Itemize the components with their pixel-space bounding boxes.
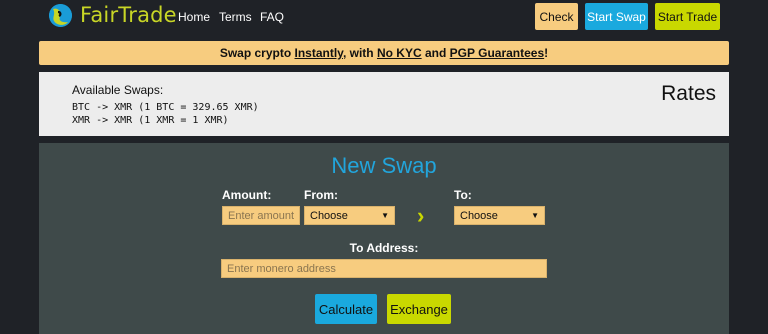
to-select-value: Choose — [460, 209, 498, 222]
rate-line-xmr-xmr: XMR -> XMR (1 XMR = 1 XMR) — [72, 115, 229, 126]
address-input[interactable]: Enter monero address — [221, 259, 547, 278]
banner-text-3: and — [421, 46, 450, 60]
chevron-down-icon: ▼ — [531, 211, 539, 220]
nav-link-terms[interactable]: Terms — [219, 10, 252, 24]
chevron-down-icon: ▼ — [381, 211, 389, 220]
banner-text-4: ! — [544, 46, 549, 60]
banner-text-2: , with — [342, 46, 377, 60]
banner-text-1: Swap crypto — [219, 46, 295, 60]
nav-link-faq[interactable]: FAQ — [260, 10, 284, 24]
rates-heading: Rates — [661, 82, 716, 105]
start-swap-button[interactable]: Start Swap — [585, 3, 648, 30]
amount-label: Amount: — [222, 188, 272, 202]
promo-banner: Swap crypto Instantly, with No KYC and P… — [39, 41, 729, 65]
start-trade-button[interactable]: Start Trade — [655, 3, 720, 30]
exchange-button[interactable]: Exchange — [387, 294, 451, 324]
chevron-right-icon: › — [417, 203, 425, 228]
banner-instantly-link[interactable]: Instantly — [295, 46, 343, 60]
navbar: FairTrade Home Terms FAQ Check Start Swa… — [0, 0, 768, 34]
fairtrade-logo-icon[interactable] — [49, 4, 72, 27]
rate-line-btc-xmr: BTC -> XMR (1 BTC = 329.65 XMR) — [72, 102, 259, 113]
from-label: From: — [304, 188, 338, 202]
check-button[interactable]: Check — [535, 3, 578, 30]
available-swaps-label: Available Swaps: — [72, 83, 164, 97]
banner-pgp-link[interactable]: PGP Guarantees — [450, 46, 545, 60]
banner-no-kyc-link[interactable]: No KYC — [377, 46, 422, 60]
to-address-label: To Address: — [349, 241, 419, 255]
brand-name[interactable]: FairTrade — [80, 3, 177, 27]
rates-panel: Available Swaps: BTC -> XMR (1 BTC = 329… — [39, 72, 729, 136]
from-select[interactable]: Choose ▼ — [304, 206, 395, 225]
to-label: To: — [454, 188, 472, 202]
calculate-button[interactable]: Calculate — [315, 294, 377, 324]
nav-link-home[interactable]: Home — [178, 10, 210, 24]
to-select[interactable]: Choose ▼ — [454, 206, 545, 225]
from-select-value: Choose — [310, 209, 348, 222]
amount-input[interactable]: Enter amount — [222, 206, 300, 225]
new-swap-title: New Swap — [331, 153, 437, 178]
new-swap-panel: New Swap Amount: From: To: Enter amount … — [39, 143, 729, 334]
